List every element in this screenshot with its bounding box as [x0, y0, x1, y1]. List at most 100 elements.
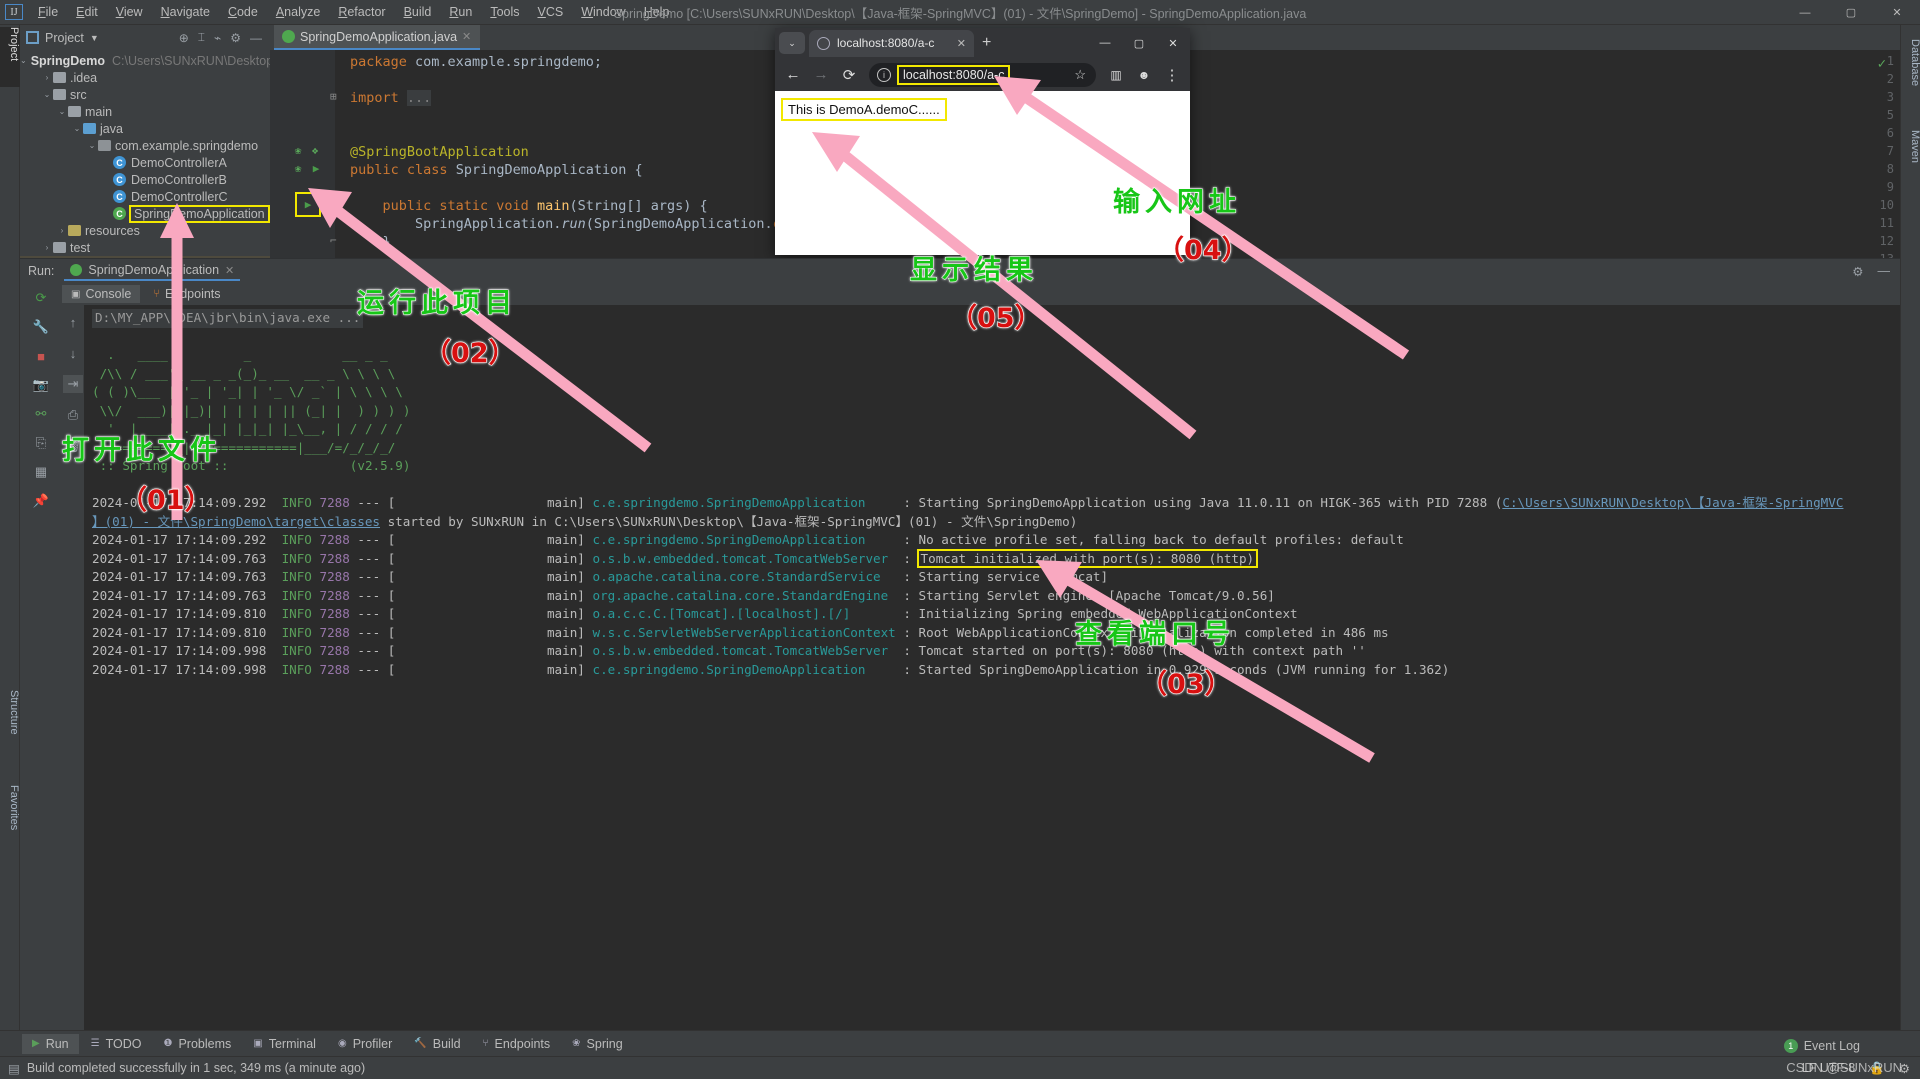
chevron-icon[interactable]: ›: [56, 226, 68, 235]
maximize-button[interactable]: ▢: [1828, 0, 1874, 25]
left-tool-strip[interactable]: Project Structure Favorites: [0, 25, 20, 1030]
tree-node[interactable]: ⌄ SpringDemo C:\Users\SUNxRUN\Desktop\: [20, 52, 277, 69]
hide-panel-icon[interactable]: —: [250, 31, 262, 45]
run-action-toolbar[interactable]: ⟳ 🔧 ■ 📷 ⚯ ⎘ ▦ 📌: [20, 283, 62, 1031]
bookmark-star-icon[interactable]: ☆: [1074, 67, 1092, 83]
sidebar-item-project[interactable]: Project: [0, 27, 20, 87]
menu-window[interactable]: Window: [572, 2, 634, 22]
menu-tools[interactable]: Tools: [481, 2, 528, 22]
tree-node[interactable]: C DemoControllerB: [20, 171, 270, 188]
minimize-button[interactable]: —: [1782, 0, 1828, 25]
project-tree[interactable]: ⌄ SpringDemo C:\Users\SUNxRUN\Desktop\ › .id…: [20, 50, 277, 273]
spring-gutter-icon[interactable]: ❖: [307, 142, 323, 158]
browser-window[interactable]: ⌄ localhost:8080/a-c ✕ + — ▢ ✕ ← → ⟳ i l…: [775, 28, 1190, 255]
project-panel-tools[interactable]: ⊕ ⌶ ⌁ ⚙ —: [179, 30, 270, 45]
fold-icon[interactable]: ⊞: [330, 90, 337, 103]
close-icon[interactable]: ✕: [462, 30, 471, 43]
bottom-tab-build[interactable]: 🔨 Build: [404, 1034, 470, 1054]
bottom-tool-bar[interactable]: ▶ Run ☰ TODO ❶ Problems ▣ Terminal ◉ Profiler 🔨 Bui…: [0, 1030, 1920, 1056]
chevron-icon[interactable]: ⌄: [20, 56, 27, 65]
menu-file[interactable]: File: [29, 2, 67, 22]
menu-vcs[interactable]: VCS: [529, 2, 573, 22]
url-text[interactable]: localhost:8080/a-c: [896, 64, 1011, 85]
menu-view[interactable]: View: [107, 2, 152, 22]
scroll-down-icon[interactable]: ↓: [63, 344, 83, 362]
bottom-tab-terminal[interactable]: ▣ Terminal: [243, 1034, 326, 1054]
chevron-down-icon[interactable]: ▼: [90, 33, 99, 43]
pin-icon[interactable]: 📌: [31, 492, 51, 510]
browser-window-controls[interactable]: — ▢ ✕: [1088, 28, 1190, 58]
chevron-icon[interactable]: ⌄: [56, 107, 68, 116]
menu-bar[interactable]: File Edit View Navigate Code Analyze Refactor B…: [29, 2, 678, 22]
bottom-tab-run[interactable]: ▶ Run: [22, 1033, 79, 1054]
menu-analyze[interactable]: Analyze: [267, 2, 329, 22]
locate-icon[interactable]: ⊕: [179, 31, 189, 45]
chevron-icon[interactable]: ⌄: [71, 124, 83, 133]
bottom-tab-problems[interactable]: ❶ Problems: [154, 1034, 242, 1054]
browser-maximize-button[interactable]: ▢: [1122, 28, 1156, 58]
run-class-gutter-icon[interactable]: ▶: [308, 160, 324, 176]
console-output[interactable]: D:\MY_APP\IDEA\jbr\bin\java.exe ... . __…: [84, 305, 1900, 1031]
print-icon[interactable]: ⎙: [63, 406, 83, 424]
address-bar[interactable]: i localhost:8080/a-c ☆: [869, 62, 1096, 87]
run-config-tab[interactable]: SpringDemoApplication ✕: [64, 261, 241, 281]
profile-avatar-icon[interactable]: ☻: [1136, 68, 1152, 82]
tree-node[interactable]: C DemoControllerA: [20, 154, 270, 171]
new-tab-button[interactable]: +: [982, 34, 991, 52]
close-button[interactable]: ✕: [1874, 0, 1920, 25]
spring-boot-gutter-icon[interactable]: ❀: [290, 160, 306, 176]
bottom-tab-spring[interactable]: ❀ Spring: [562, 1034, 633, 1054]
tree-node[interactable]: › test: [20, 239, 270, 256]
menu-help[interactable]: Help: [635, 2, 679, 22]
bean-gutter-icon[interactable]: ❀: [290, 142, 306, 158]
tab-search-icon[interactable]: ⌄: [779, 32, 805, 54]
back-icon[interactable]: ←: [785, 66, 801, 83]
gear-icon[interactable]: ⚙: [1852, 264, 1863, 279]
reload-icon[interactable]: ⟳: [841, 66, 857, 84]
browser-minimize-button[interactable]: —: [1088, 28, 1122, 58]
run-subtab-bar[interactable]: ▣ Console ⑂ Endpoints: [62, 283, 1900, 305]
tree-node[interactable]: ⌄ src: [20, 86, 270, 103]
grid-icon[interactable]: ▦: [31, 463, 51, 481]
fold-icon[interactable]: ⊟: [330, 198, 337, 211]
tab-console[interactable]: ▣ Console: [62, 285, 141, 303]
bottom-tab-endpoints[interactable]: ⑂ Endpoints: [473, 1034, 561, 1054]
rerun-icon[interactable]: ⟳: [31, 289, 51, 307]
hide-panel-icon[interactable]: —: [1878, 264, 1891, 279]
menu-build[interactable]: Build: [395, 2, 441, 22]
sidebar-item-maven[interactable]: Maven: [1901, 130, 1920, 188]
chevron-icon[interactable]: ›: [41, 243, 53, 252]
export-icon[interactable]: ⎘: [31, 434, 51, 452]
sidebar-item-favorites[interactable]: Favorites: [0, 785, 20, 857]
tab-spring-demo-application[interactable]: SpringDemoApplication.java ✕: [274, 25, 481, 50]
close-icon[interactable]: ✕: [225, 264, 234, 277]
window-controls[interactable]: — ▢ ✕: [1782, 0, 1920, 25]
menu-navigate[interactable]: Navigate: [152, 2, 219, 22]
event-log-button[interactable]: 1 Event Log: [1783, 1039, 1860, 1053]
tree-node[interactable]: C DemoControllerC: [20, 188, 270, 205]
browser-tab[interactable]: localhost:8080/a-c ✕: [809, 29, 974, 57]
camera-icon[interactable]: 📷: [31, 376, 51, 394]
chevron-icon[interactable]: ›: [41, 73, 53, 82]
right-tool-strip[interactable]: Database Maven: [1900, 25, 1920, 1030]
tree-node[interactable]: ⌄ com.example.springdemo: [20, 137, 270, 154]
stop-icon[interactable]: ■: [31, 347, 51, 365]
menu-edit[interactable]: Edit: [67, 2, 107, 22]
bottom-tab-profiler[interactable]: ◉ Profiler: [328, 1034, 402, 1054]
tree-node[interactable]: C SpringDemoApplication: [20, 204, 270, 223]
tree-node[interactable]: › .idea: [20, 69, 270, 86]
run-main-gutter-icon[interactable]: ▶: [295, 192, 321, 217]
run-panel-actions[interactable]: ⚙ —: [1852, 264, 1900, 279]
side-panel-icon[interactable]: ▥: [1108, 68, 1124, 82]
expand-all-icon[interactable]: ⌶: [198, 30, 205, 45]
scroll-up-icon[interactable]: ↑: [63, 313, 83, 331]
close-icon[interactable]: ✕: [957, 37, 966, 50]
browser-close-button[interactable]: ✕: [1156, 28, 1190, 58]
sidebar-item-database[interactable]: Database: [1901, 39, 1920, 111]
tree-node[interactable]: ⌄ main: [20, 103, 270, 120]
gear-icon[interactable]: ⚙: [230, 31, 241, 45]
tree-node[interactable]: ⌄ java: [20, 120, 270, 137]
sidebar-item-structure[interactable]: Structure: [0, 690, 20, 760]
site-info-icon[interactable]: i: [877, 67, 891, 82]
soft-wrap-icon[interactable]: ⇥: [63, 375, 83, 393]
